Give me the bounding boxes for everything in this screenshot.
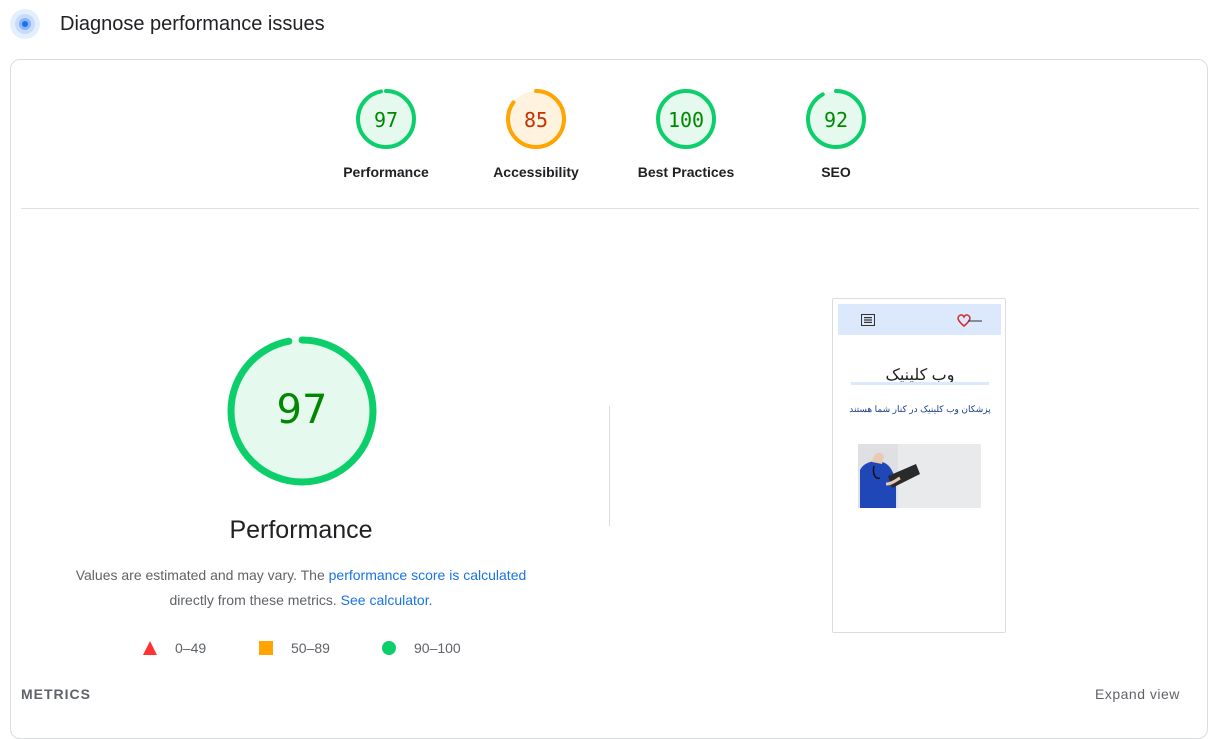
- legend-range: 50–89: [291, 640, 330, 656]
- legend-fail: 0–49: [143, 638, 206, 658]
- calculator-link[interactable]: See calculator.: [341, 592, 433, 608]
- legend-average: 50–89: [259, 638, 330, 658]
- expand-view-button[interactable]: Expand view: [1095, 686, 1180, 702]
- gauge-accessibility[interactable]: 85 Accessibility: [471, 88, 601, 180]
- gauge-seo[interactable]: 92 SEO: [771, 88, 901, 180]
- gauge-label: SEO: [821, 164, 851, 180]
- gauge-label: Accessibility: [493, 164, 579, 180]
- gauge-ring: 92: [806, 89, 866, 149]
- legend-range: 0–49: [175, 640, 207, 656]
- desc-text-2: directly from these metrics.: [169, 592, 341, 608]
- gauges-divider: [21, 208, 1199, 209]
- category-gauges: 97 Performance 85 Accessibility 100 Best…: [11, 60, 1207, 208]
- page-title: Diagnose performance issues: [60, 13, 325, 35]
- gauge-score: 100: [668, 108, 704, 132]
- gauge-performance[interactable]: 97 Performance: [321, 88, 451, 180]
- vertical-separator: [609, 406, 610, 526]
- score-calculation-link[interactable]: performance score is calculated: [329, 567, 527, 583]
- gauge-label: Performance: [343, 164, 429, 180]
- metrics-heading: METRICS: [21, 686, 91, 702]
- performance-gauge-large: 97: [227, 336, 377, 486]
- performance-score-large: 97: [277, 387, 328, 433]
- screenshot-title-underline: [851, 382, 989, 385]
- performance-title: Performance: [229, 516, 373, 544]
- gauge-score: 92: [824, 108, 848, 132]
- screenshot-navbar: [838, 304, 1001, 335]
- performance-description: Values are estimated and may vary. The p…: [41, 563, 561, 613]
- circle-icon: [382, 641, 396, 655]
- page-header: Diagnose performance issues: [0, 0, 1220, 50]
- legend-pass: 90–100: [382, 638, 461, 658]
- legend-range: 90–100: [414, 640, 461, 656]
- gauge-score: 85: [524, 108, 548, 132]
- score-legend: 0–49 50–89 90–100: [141, 638, 501, 658]
- desc-text-1: Values are estimated and may vary. The: [75, 567, 329, 583]
- gauge-ring: 100: [656, 89, 716, 149]
- triangle-icon: [143, 641, 157, 655]
- lighthouse-icon: [10, 9, 40, 39]
- gauge-ring: 97: [356, 89, 416, 149]
- gauge-best-practices[interactable]: 100 Best Practices: [621, 88, 751, 180]
- menu-icon: [861, 314, 875, 326]
- report-card: 97 Performance 85 Accessibility 100 Best…: [10, 59, 1208, 739]
- square-icon: [259, 641, 273, 655]
- gauge-score: 97: [374, 108, 398, 132]
- gauge-ring: 85: [506, 89, 566, 149]
- screenshot-site-subtitle: پزشکان وب کلینیک در کنار شما هستند: [849, 404, 991, 414]
- doctor-image: [858, 444, 981, 508]
- gauge-label: Best Practices: [637, 164, 735, 180]
- page-screenshot[interactable]: وب کلینیک پزشکان وب کلینیک در کنار شما ه…: [832, 298, 1006, 633]
- heart-logo-icon: [957, 314, 982, 327]
